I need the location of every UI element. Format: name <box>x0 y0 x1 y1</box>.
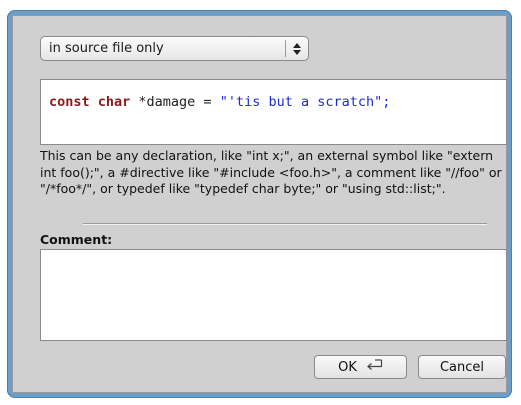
return-key-icon <box>365 359 383 375</box>
window-frame: in source file only const char *damage =… <box>7 10 512 398</box>
declaration-editor[interactable]: const char *damage = "'tis but a scratch… <box>40 79 507 145</box>
code-string-literal: "'tis but a scratch"; <box>219 94 391 110</box>
comment-label: Comment: <box>40 232 113 247</box>
ok-button-label: OK <box>338 359 357 375</box>
divider <box>83 223 487 225</box>
code-keyword: const char <box>49 94 131 110</box>
comment-input[interactable] <box>40 249 507 341</box>
cancel-button-label: Cancel <box>439 359 485 375</box>
code-declaration: *damage = <box>130 94 220 110</box>
scope-select[interactable]: in source file only <box>40 36 309 61</box>
ok-button[interactable]: OK <box>314 355 407 379</box>
cancel-button[interactable]: Cancel <box>418 355 506 379</box>
scope-select-value: in source file only <box>49 41 164 56</box>
dialog: in source file only const char *damage =… <box>12 15 507 393</box>
help-text: This can be any declaration, like "int x… <box>40 148 502 196</box>
updown-arrows-icon <box>286 37 308 60</box>
